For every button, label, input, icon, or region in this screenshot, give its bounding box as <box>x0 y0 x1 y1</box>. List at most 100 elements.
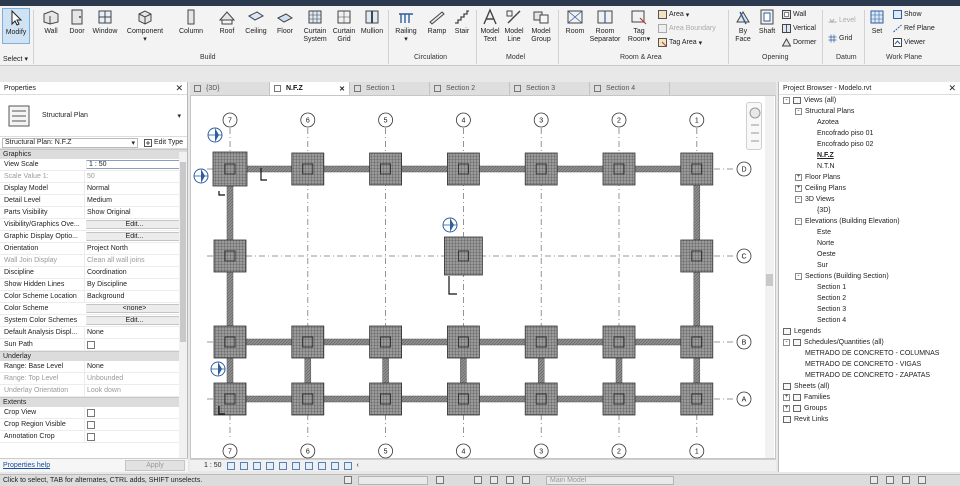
property-value[interactable]: Edit... <box>86 316 181 325</box>
area-boundary-button[interactable]: Area Boundary <box>658 24 716 33</box>
area-dropdown[interactable]: Area ▾ <box>658 10 689 19</box>
scrollbar-thumb[interactable] <box>766 274 773 286</box>
browser-item[interactable]: Encofrado piso 01 <box>807 129 873 139</box>
view-tab[interactable]: N.F.Z ✕ <box>270 82 350 95</box>
select-dropdown[interactable]: Select ▾ <box>3 55 28 64</box>
navigation-bar[interactable] <box>746 102 762 150</box>
by-face-button[interactable]: By Face <box>732 8 754 44</box>
footing[interactable] <box>602 382 636 416</box>
select-links-icon[interactable] <box>490 476 498 484</box>
chevron-left-icon[interactable]: ‹ <box>357 462 359 469</box>
wall-opening-button[interactable]: Wall <box>782 10 806 19</box>
temporary-hide-icon[interactable] <box>304 461 313 470</box>
property-value[interactable]: None <box>84 361 187 372</box>
footing[interactable] <box>524 325 558 359</box>
grid-bubble[interactable]: 5 <box>378 112 394 128</box>
footing[interactable] <box>524 382 558 416</box>
browser-item[interactable]: - Schedules/Quantities (all) <box>783 338 884 348</box>
browser-item[interactable]: -3D Views <box>795 195 834 205</box>
browser-item[interactable]: + Groups <box>783 404 827 414</box>
background-process-icon[interactable] <box>918 476 926 484</box>
browser-item[interactable]: Sheets (all) <box>783 382 829 392</box>
property-value[interactable]: Coordination <box>84 267 187 278</box>
collapse-icon[interactable]: - <box>783 338 790 346</box>
footing[interactable] <box>680 239 714 273</box>
footing[interactable] <box>680 382 714 416</box>
browser-item[interactable]: Legends <box>783 327 821 337</box>
detail-level-icon[interactable] <box>226 461 235 470</box>
property-value[interactable]: 1 : 50 <box>86 160 181 169</box>
section-marker[interactable] <box>210 361 226 377</box>
browser-item[interactable]: Section 2 <box>807 294 846 304</box>
property-value[interactable]: <none> <box>86 304 181 313</box>
grid-bubble[interactable]: 2 <box>611 443 627 459</box>
lock-3d-icon[interactable] <box>330 461 339 470</box>
browser-item[interactable]: Azotea <box>807 118 839 128</box>
footing[interactable] <box>369 152 403 186</box>
grid-bubble[interactable]: 6 <box>300 112 316 128</box>
grid-bubble[interactable]: 6 <box>300 443 316 459</box>
workset-selector[interactable] <box>358 476 428 485</box>
expand-icon[interactable]: + <box>783 404 790 412</box>
drawing-vertical-scrollbar[interactable] <box>765 96 774 458</box>
section-line[interactable] <box>218 191 225 196</box>
roof-button[interactable]: Roof <box>214 8 240 36</box>
expand-icon[interactable]: + <box>795 184 802 192</box>
ceiling-button[interactable]: Ceiling <box>242 8 270 36</box>
crop-view-icon[interactable] <box>278 461 287 470</box>
close-icon[interactable]: ✕ <box>948 83 956 94</box>
edit-type-button[interactable]: Edit Type <box>144 138 183 147</box>
property-value[interactable] <box>84 431 187 442</box>
browser-item[interactable]: METRADO DE CONCRETO - ZAPATAS <box>795 371 930 381</box>
checkbox[interactable] <box>87 340 95 349</box>
grid-bubble[interactable]: D <box>736 161 752 177</box>
shaft-button[interactable]: Shaft <box>756 8 778 36</box>
curtain-grid-button[interactable]: Curtain Grid <box>330 8 358 44</box>
viewer-button[interactable]: Viewer <box>893 38 925 47</box>
browser-item[interactable]: METRADO DE CONCRETO - COLUMNAS <box>795 349 939 359</box>
section-marker[interactable] <box>193 168 209 184</box>
grid-bubble[interactable]: C <box>736 248 752 264</box>
collapse-icon[interactable]: - <box>795 217 802 225</box>
dormer-button[interactable]: Dormer <box>782 38 816 47</box>
property-value[interactable] <box>84 339 187 350</box>
property-value[interactable]: Normal <box>84 183 187 194</box>
browser-item[interactable]: - Sections (Building Section) <box>795 272 889 282</box>
property-value[interactable]: By Discipline <box>84 279 187 290</box>
footing[interactable] <box>213 325 247 359</box>
footing[interactable] <box>443 236 483 276</box>
select-by-face-icon[interactable] <box>870 476 878 484</box>
footing[interactable] <box>602 325 636 359</box>
grid-bubble[interactable]: 4 <box>455 443 471 459</box>
property-value[interactable]: None <box>84 327 187 338</box>
property-value[interactable]: Show Original <box>84 207 187 218</box>
properties-help-link[interactable]: Properties help <box>3 462 50 469</box>
footing[interactable] <box>369 382 403 416</box>
set-work-plane-button[interactable]: Set <box>866 8 888 36</box>
browser-item[interactable]: - Elevations (Building Elevation) <box>795 217 900 227</box>
property-value[interactable]: Background <box>84 291 187 302</box>
browser-item[interactable]: Este <box>807 228 831 238</box>
view-tab[interactable]: Section 3 <box>510 82 590 95</box>
floor-button[interactable]: Floor <box>272 8 298 36</box>
view-tab[interactable]: Section 1 <box>350 82 430 95</box>
drawing-area[interactable]: 7 7 6 6 5 5 4 4 3 3 2 2 1 1 D C B A <box>190 95 776 459</box>
footing[interactable] <box>446 382 480 416</box>
browser-item[interactable]: Section 3 <box>807 305 846 315</box>
view-scale-indicator[interactable]: 1 : 50 <box>204 462 222 469</box>
browser-item[interactable]: Section 4 <box>807 316 846 326</box>
property-section-header[interactable]: Graphics▴ <box>0 149 187 159</box>
property-value[interactable]: Edit... <box>86 232 181 241</box>
browser-item[interactable]: + Families <box>783 393 830 403</box>
grid-bubble[interactable]: 1 <box>689 112 705 128</box>
room-separator-button[interactable]: Room Separator <box>588 8 622 44</box>
footing[interactable] <box>524 152 558 186</box>
browser-item[interactable]: Sur <box>807 261 828 271</box>
property-section-header[interactable]: Extents▴ <box>0 397 187 407</box>
filter-icon[interactable] <box>902 476 910 484</box>
vertical-opening-button[interactable]: Vertical <box>782 24 816 33</box>
drag-elements-icon[interactable] <box>886 476 894 484</box>
browser-item[interactable]: + Floor Plans <box>795 173 840 183</box>
reveal-hidden-icon[interactable] <box>317 461 326 470</box>
close-icon[interactable]: ✕ <box>339 85 345 93</box>
